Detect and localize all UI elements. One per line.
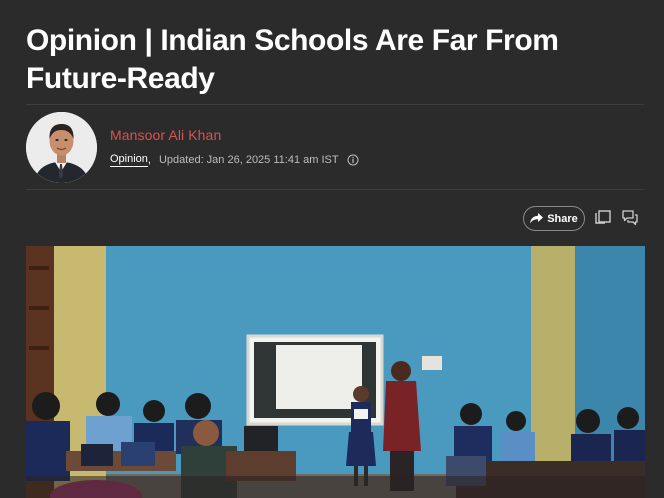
info-icon[interactable] [347,154,359,166]
article-headline: Opinion | Indian Schools Are Far From Fu… [26,24,559,95]
divider [26,104,644,105]
updated-timestamp: Updated: Jan 26, 2025 11:41 am IST [158,154,339,166]
article-meta: Opinion , Updated: Jan 26, 2025 11:41 am… [110,150,359,170]
author-name-link[interactable]: Mansoor Ali Khan [110,127,221,143]
article-page: Opinion | Indian Schools Are Far From Fu… [0,0,664,498]
share-button[interactable]: Share [523,206,585,231]
hero-image [26,246,645,498]
copy-icon[interactable] [594,209,612,227]
author-avatar[interactable] [26,112,97,183]
section-link[interactable]: Opinion [110,153,148,167]
divider [26,189,644,190]
share-arrow-icon [530,213,544,224]
share-label: Share [547,212,578,225]
comment-icon[interactable] [621,209,639,227]
meta-separator: , [147,154,151,166]
